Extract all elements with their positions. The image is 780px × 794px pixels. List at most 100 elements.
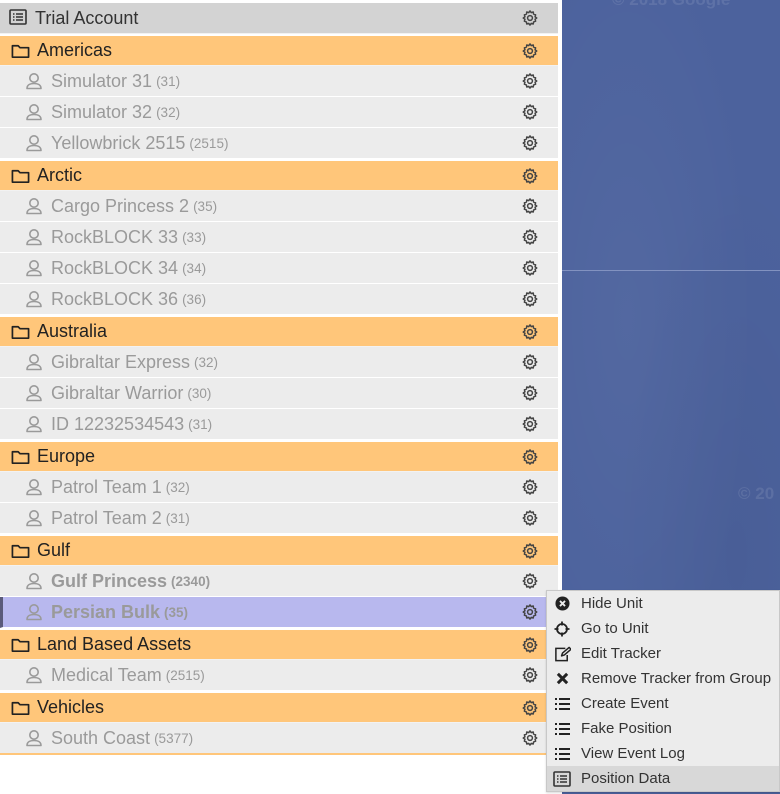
unit-settings-gear-icon[interactable]: [521, 603, 539, 621]
group-settings-gear-icon[interactable]: [521, 636, 539, 654]
group-settings-gear-icon[interactable]: [521, 42, 539, 60]
unit-name: Yellowbrick 2515: [51, 132, 186, 153]
menu-item-fake-position[interactable]: Fake Position: [547, 716, 779, 741]
user-icon: [25, 259, 43, 277]
unit-id: (35): [164, 604, 189, 620]
group-row[interactable]: Australia: [0, 315, 558, 347]
menu-item-label: Create Event: [581, 695, 669, 712]
unit-row[interactable]: Gibraltar Express (32): [0, 347, 558, 378]
unit-id: (32): [156, 104, 181, 120]
unit-row[interactable]: RockBLOCK 34 (34): [0, 253, 558, 284]
group-label: Americas: [37, 40, 113, 60]
unit-id: (30): [187, 385, 212, 401]
group-row[interactable]: Europe: [0, 440, 558, 472]
unit-settings-gear-icon[interactable]: [521, 228, 539, 246]
unit-row[interactable]: Patrol Team 1 (32): [0, 472, 558, 503]
group-settings-gear-icon[interactable]: [521, 323, 539, 341]
menu-item-position-data[interactable]: Position Data: [547, 766, 779, 791]
user-icon: [25, 603, 43, 621]
unit-settings-gear-icon[interactable]: [521, 259, 539, 277]
user-icon: [25, 197, 43, 215]
menu-item-view-event-log[interactable]: View Event Log: [547, 741, 779, 766]
unit-row[interactable]: RockBLOCK 33 (33): [0, 222, 558, 253]
unit-settings-gear-icon[interactable]: [521, 290, 539, 308]
unit-id: (35): [193, 198, 218, 214]
unit-name: Simulator 31: [51, 70, 153, 91]
unit-settings-gear-icon[interactable]: [521, 666, 539, 684]
unit-name: Simulator 32: [51, 101, 153, 122]
user-icon: [25, 134, 43, 152]
group-row[interactable]: Arctic: [0, 159, 558, 191]
unit-name: RockBLOCK 33: [51, 226, 179, 247]
unit-id: (2515): [165, 667, 205, 683]
unit-name: RockBLOCK 36: [51, 288, 179, 309]
unit-settings-gear-icon[interactable]: [521, 353, 539, 371]
menu-item-go-to-unit[interactable]: Go to Unit: [547, 616, 779, 641]
user-icon: [25, 729, 43, 747]
unit-name: Medical Team: [51, 664, 162, 685]
unit-name: Cargo Princess 2: [51, 195, 190, 216]
unit-id: (5377): [154, 730, 194, 746]
account-row[interactable]: Trial Account: [0, 3, 558, 34]
folder-icon: [11, 700, 30, 716]
unit-row[interactable]: South Coast (5377): [0, 723, 558, 755]
unit-id: (2515): [189, 135, 229, 151]
group-label: Vehicles: [37, 697, 105, 717]
unit-settings-gear-icon[interactable]: [521, 509, 539, 527]
user-icon: [25, 72, 43, 90]
group-settings-gear-icon[interactable]: [521, 699, 539, 717]
group-row[interactable]: Gulf: [0, 534, 558, 566]
map-watermark: © 20: [738, 484, 775, 503]
unit-id: (2340): [171, 573, 211, 589]
group-settings-gear-icon[interactable]: [521, 167, 539, 185]
unit-row[interactable]: Patrol Team 2 (31): [0, 503, 558, 534]
unit-row[interactable]: Simulator 31 (31): [0, 66, 558, 97]
menu-item-label: Go to Unit: [581, 620, 649, 637]
account-label: Trial Account: [35, 7, 139, 28]
user-icon: [25, 478, 43, 496]
group-label: Gulf: [37, 540, 71, 560]
unit-settings-gear-icon[interactable]: [521, 729, 539, 747]
unit-id: (34): [182, 260, 207, 276]
unit-settings-gear-icon[interactable]: [521, 478, 539, 496]
menu-item-create-event[interactable]: Create Event: [547, 691, 779, 716]
list-alt-icon: [549, 770, 575, 787]
unit-row[interactable]: Gibraltar Warrior (30): [0, 378, 558, 409]
menu-item-remove-tracker-from-group[interactable]: Remove Tracker from Group: [547, 666, 779, 691]
unit-id: (36): [182, 291, 207, 307]
group-label: Land Based Assets: [37, 634, 192, 654]
unit-row[interactable]: Gulf Princess (2340): [0, 566, 558, 597]
user-icon: [25, 666, 43, 684]
menu-item-label: Hide Unit: [581, 595, 643, 612]
group-settings-gear-icon[interactable]: [521, 542, 539, 560]
unit-settings-gear-icon[interactable]: [521, 72, 539, 90]
unit-settings-gear-icon[interactable]: [521, 134, 539, 152]
unit-row[interactable]: Cargo Princess 2 (35): [0, 191, 558, 222]
unit-settings-gear-icon[interactable]: [521, 415, 539, 433]
menu-item-label: View Event Log: [581, 745, 685, 762]
unit-row[interactable]: Yellowbrick 2515 (2515): [0, 128, 558, 159]
unit-row[interactable]: Simulator 32 (32): [0, 97, 558, 128]
user-icon: [25, 228, 43, 246]
unit-row-selected[interactable]: Persian Bulk (35): [0, 597, 558, 628]
unit-settings-gear-icon[interactable]: [521, 384, 539, 402]
group-row[interactable]: Land Based Assets: [0, 628, 558, 660]
unit-name: Patrol Team 2: [51, 507, 162, 528]
user-icon: [25, 384, 43, 402]
group-row[interactable]: Americas: [0, 34, 558, 66]
unit-row[interactable]: ID 12232534543 (31): [0, 409, 558, 440]
menu-item-edit-tracker[interactable]: Edit Tracker: [547, 641, 779, 666]
unit-settings-gear-icon[interactable]: [521, 103, 539, 121]
unit-name: South Coast: [51, 727, 151, 748]
user-icon: [25, 509, 43, 527]
map-tile-seam: [562, 270, 780, 271]
unit-row[interactable]: RockBLOCK 36 (36): [0, 284, 558, 315]
unit-settings-gear-icon[interactable]: [521, 197, 539, 215]
unit-row[interactable]: Medical Team (2515): [0, 660, 558, 691]
group-settings-gear-icon[interactable]: [521, 448, 539, 466]
account-settings-gear-icon[interactable]: [521, 9, 539, 27]
unit-settings-gear-icon[interactable]: [521, 572, 539, 590]
unit-context-menu: Hide Unit Go to Unit Edit Tracker Remove…: [546, 590, 780, 792]
group-row[interactable]: Vehicles: [0, 691, 558, 723]
menu-item-hide-unit[interactable]: Hide Unit: [547, 591, 779, 616]
